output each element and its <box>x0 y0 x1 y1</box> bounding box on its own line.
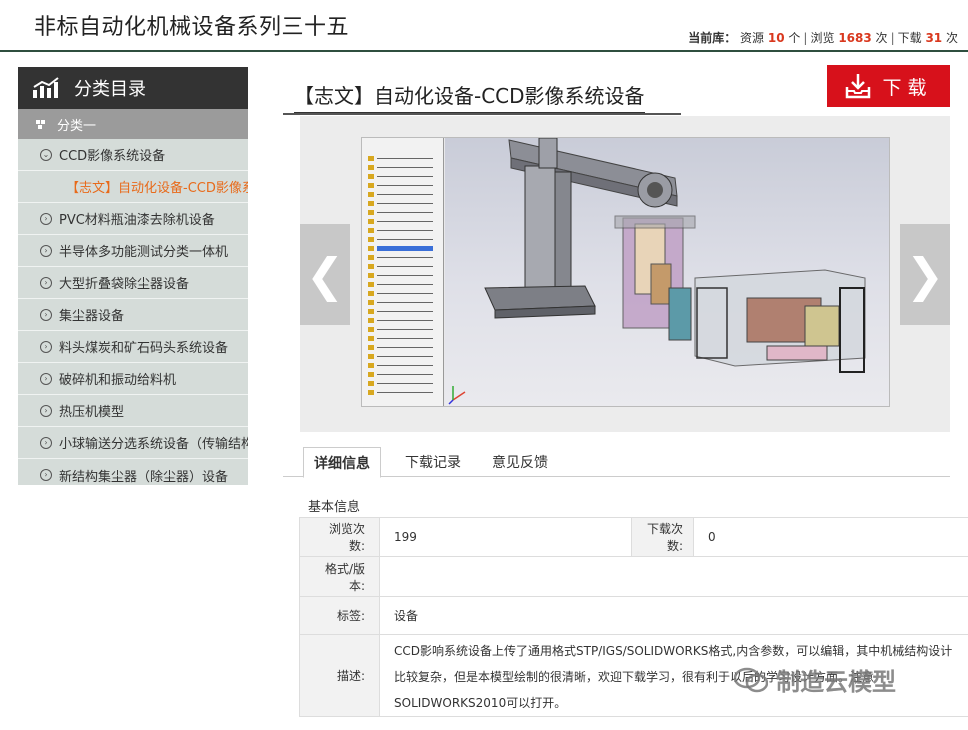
sidebar-item-label: 半导体多功能测试分类一体机 <box>59 245 229 260</box>
title-divider <box>283 113 681 115</box>
chevron-right-circle-icon: › <box>40 469 52 481</box>
sidebar-item-label: 【志文】自动化设备-CCD影像系统设备 <box>66 181 248 196</box>
category-group[interactable]: 分类一 <box>18 109 248 139</box>
downloads-value: 0 <box>693 517 968 557</box>
chevron-right-circle-icon: › <box>40 404 52 417</box>
sidebar-item-pvc[interactable]: › PVC材料瓶油漆去除机设备 <box>18 203 248 235</box>
sidebar-item-current[interactable]: 【志文】自动化设备-CCD影像系统设备 <box>18 171 248 203</box>
sidebar-item-label: 料头煤炭和矿石码头系统设备 <box>59 341 229 356</box>
chat-bubble-icon <box>733 667 769 693</box>
tab-download-history[interactable]: 下载记录 <box>389 447 477 477</box>
model-screenshot <box>361 137 890 407</box>
format-value <box>379 556 968 597</box>
sidebar-item-coal-dock[interactable]: › 料头煤炭和矿石码头系统设备 <box>18 331 248 363</box>
prev-image-button[interactable]: ❮ <box>300 224 350 325</box>
stats-prefix: 当前库： <box>688 31 737 45</box>
tags-key: 标签: <box>299 596 380 635</box>
sidebar-item-new-collector[interactable]: › 新结构集尘器（除尘器）设备 <box>18 459 248 491</box>
stats-views-count: 1683 <box>838 31 872 45</box>
tags-value[interactable]: 设备 <box>379 596 968 635</box>
downloads-key: 下载次数: <box>631 517 694 557</box>
sidebar-item-label: 集尘器设备 <box>59 309 125 324</box>
machine-model-illustration <box>448 138 866 405</box>
sidebar-item-label: 破碎机和振动给料机 <box>59 373 177 388</box>
stats-downloads-unit: 次 <box>945 31 958 45</box>
stats-views-unit: 次 <box>875 31 888 45</box>
page-title: 【志文】自动化设备-CCD影像系统设备 <box>294 80 645 114</box>
table-row: 格式/版本: <box>299 556 968 597</box>
chevron-right-circle-icon: › <box>40 372 52 385</box>
sidebar-header: 分类目录 <box>18 67 248 109</box>
stats-resource-count: 10 <box>767 31 785 45</box>
bar-chart-icon <box>32 77 60 99</box>
sidebar-item-label: 热压机模型 <box>59 405 125 420</box>
sidebar-item-ccd[interactable]: ⌄ CCD影像系统设备 <box>18 139 248 171</box>
category-group-label: 分类一 <box>57 118 97 134</box>
tab-feedback[interactable]: 意见反馈 <box>478 447 562 477</box>
sidebar-item-label: 大型折叠袋除尘器设备 <box>59 277 190 292</box>
chevron-right-circle-icon: › <box>40 340 52 353</box>
site-title: 非标自动化机械设备系列三十五 <box>34 15 350 40</box>
stats-resource-label: 资源 <box>740 31 765 45</box>
sidebar-item-label: 新结构集尘器（除尘器）设备 <box>59 469 229 485</box>
chevron-right-circle-icon: › <box>40 276 52 289</box>
chevron-right-circle-icon: › <box>40 244 52 257</box>
download-label: 下载 <box>882 76 933 99</box>
sidebar-item-crusher[interactable]: › 破碎机和振动给料机 <box>18 363 248 395</box>
desc-key: 描述: <box>299 634 380 717</box>
watermark-text: 制造云模型 <box>776 668 896 696</box>
basic-info-heading: 基本信息 <box>308 500 361 515</box>
stats-resource-unit: 个 <box>788 31 801 45</box>
table-row: 标签: 设备 <box>299 596 968 635</box>
image-gallery: ❮ ❯ <box>300 116 950 432</box>
download-button[interactable]: 下载 <box>827 65 950 107</box>
detail-tabs: 详细信息 下载记录 意见反馈 <box>283 442 950 478</box>
sidebar-item-dust-bag[interactable]: › 大型折叠袋除尘器设备 <box>18 267 248 299</box>
download-tray-icon <box>846 74 871 99</box>
sidebar-item-label: PVC材料瓶油漆去除机设备 <box>59 213 215 228</box>
sidebar-item-ball-conveyor[interactable]: › 小球输送分选系统设备（传输结构 <box>18 427 248 459</box>
chevron-down-circle-icon: ⌄ <box>40 148 52 161</box>
library-stats: 当前库： 资源 10 个 | 浏览 1683 次 | 下载 31 次 <box>688 31 958 45</box>
sidebar-item-semiconductor[interactable]: › 半导体多功能测试分类一体机 <box>18 235 248 267</box>
next-image-button[interactable]: ❯ <box>900 224 950 325</box>
sidebar-item-hot-press[interactable]: › 热压机模型 <box>18 395 248 427</box>
views-value: 199 <box>379 517 632 557</box>
sidebar-item-collector[interactable]: › 集尘器设备 <box>18 299 248 331</box>
chevron-right-circle-icon: › <box>40 212 52 225</box>
category-sidebar: 分类目录 分类一 ⌄ CCD影像系统设备 【志文】自动化设备-CCD影像系统设备… <box>18 67 248 485</box>
views-key: 浏览次数: <box>299 517 380 557</box>
sidebar-title: 分类目录 <box>74 79 146 100</box>
stats-views-label: 浏览 <box>810 31 835 45</box>
stats-downloads-label: 下载 <box>897 31 922 45</box>
tab-details[interactable]: 详细信息 <box>303 447 381 478</box>
stats-downloads-count: 31 <box>925 31 943 45</box>
chevron-right-circle-icon: › <box>40 308 52 321</box>
sidebar-item-label: 小球输送分选系统设备（传输结构 <box>59 437 248 452</box>
format-key: 格式/版本: <box>299 556 380 597</box>
chevron-right-circle-icon: › <box>40 436 52 449</box>
table-row: 浏览次数: 199 下载次数: 0 <box>299 517 968 557</box>
chevron-right-icon: ❯ <box>905 247 945 302</box>
feature-tree-panel <box>362 138 444 406</box>
grid-icon <box>36 119 45 129</box>
site-header: 非标自动化机械设备系列三十五 当前库： 资源 10 个 | 浏览 1683 次 | 下载… <box>0 0 968 52</box>
cad-viewport <box>445 138 889 406</box>
sidebar-item-label: CCD影像系统设备 <box>59 149 166 164</box>
watermark: 制造云模型 <box>733 662 896 697</box>
chevron-left-icon: ❮ <box>305 247 345 302</box>
